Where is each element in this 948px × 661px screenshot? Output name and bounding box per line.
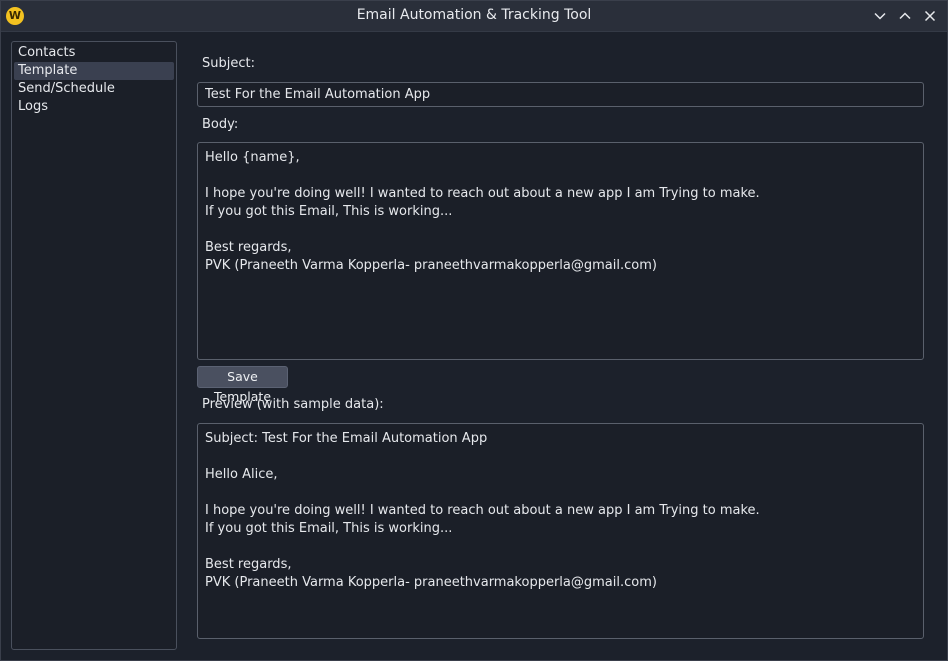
subject-input[interactable] (197, 82, 924, 107)
body-label: Body: (202, 117, 239, 132)
minimize-button[interactable] (870, 6, 890, 26)
app-window: W Email Automation & Tracking Tool Conta… (0, 0, 948, 661)
chevron-up-icon (899, 12, 911, 20)
window-title: Email Automation & Tracking Tool (356, 7, 592, 23)
maximize-button[interactable] (895, 6, 915, 26)
title-bar[interactable]: W Email Automation & Tracking Tool (1, 1, 947, 32)
sidebar-item-send-schedule[interactable]: Send/Schedule (14, 80, 174, 98)
chevron-down-icon (874, 12, 886, 20)
sidebar-item-template[interactable]: Template (14, 62, 174, 80)
save-template-button[interactable]: Save Template (197, 366, 288, 404)
preview-label: Preview (with sample data): (202, 397, 384, 412)
preview-textarea[interactable]: Subject: Test For the Email Automation A… (197, 423, 924, 639)
sidebar-nav-list: Contacts Template Send/Schedule Logs (11, 41, 177, 650)
close-icon (924, 10, 936, 22)
close-button[interactable] (920, 6, 940, 26)
sidebar-item-contacts[interactable]: Contacts (14, 44, 174, 62)
subject-label: Subject: (202, 56, 255, 71)
body-textarea[interactable]: Hello {name}, I hope you're doing well! … (197, 142, 924, 360)
sidebar-item-logs[interactable]: Logs (14, 98, 174, 116)
